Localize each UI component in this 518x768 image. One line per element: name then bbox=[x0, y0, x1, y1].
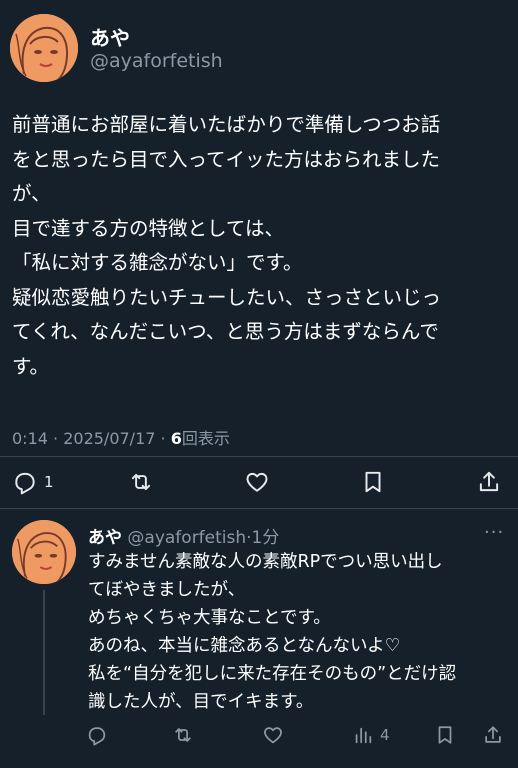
reply-text-line: 私を“自分を犯しに来た存在そのもの”とだけ認 bbox=[88, 664, 457, 684]
views-label: 回表示 bbox=[181, 429, 230, 448]
share-button[interactable] bbox=[476, 465, 502, 499]
author-handle[interactable]: @ayaforfetish bbox=[90, 50, 223, 72]
avatar-illustration bbox=[12, 520, 76, 584]
author-avatar[interactable] bbox=[10, 14, 78, 82]
retweet-button[interactable] bbox=[172, 718, 194, 752]
reply-action-bar: 4 bbox=[0, 718, 518, 752]
reply-author-handle[interactable]: @ayaforfetish bbox=[127, 528, 246, 548]
tweet-text: 前普通にお部屋に着いたばかりで準備しつつお話 をと思ったら目で入ってイッた方はお… bbox=[12, 108, 507, 384]
meta-separator: · bbox=[53, 429, 64, 448]
reply-text-line: すみません素敵な人の素敵RPでつい思い出し bbox=[88, 552, 443, 572]
retweet-button[interactable] bbox=[128, 465, 154, 499]
reply-icon bbox=[88, 727, 106, 746]
views-button[interactable]: 4 bbox=[352, 718, 390, 752]
reply-text-line: あのね、本当に雑念あるとなんないよ♡ bbox=[88, 636, 401, 656]
reply-text-line: 識した人が、目でイキます。 bbox=[88, 692, 314, 712]
tweet-text-line: す。 bbox=[12, 354, 50, 378]
tweet-text-line: をと思ったら目で入ってイッた方はおられました bbox=[12, 147, 441, 171]
reply-button[interactable] bbox=[86, 718, 108, 752]
reply-count: 1 bbox=[44, 473, 54, 491]
bookmark-icon bbox=[365, 471, 381, 493]
divider bbox=[0, 508, 518, 509]
author-name[interactable]: あや bbox=[90, 22, 130, 51]
reply-time[interactable]: 1分 bbox=[252, 528, 280, 548]
avatar-illustration bbox=[10, 14, 78, 82]
views-icon bbox=[355, 727, 372, 744]
retweet-icon bbox=[131, 473, 151, 491]
tweet-text-line: 目で達する方の特徴としては、 bbox=[12, 216, 285, 240]
divider bbox=[0, 456, 518, 457]
views-count: 4 bbox=[380, 726, 390, 744]
like-button[interactable] bbox=[244, 465, 270, 499]
bookmark-button[interactable] bbox=[434, 718, 456, 752]
tweet-text-line: 前普通にお部屋に着いたばかりで準備しつつお話 bbox=[12, 113, 441, 136]
tweet-action-bar: 1 bbox=[0, 465, 518, 499]
retweet-icon bbox=[175, 728, 191, 742]
meta-separator: · bbox=[160, 429, 171, 448]
thread-line bbox=[43, 590, 45, 715]
reply-icon bbox=[15, 472, 35, 495]
bookmark-button[interactable] bbox=[360, 465, 386, 499]
reply-text-line: めちゃくちゃ大事なことです。 bbox=[88, 608, 331, 628]
tweet-date[interactable]: 2025/07/17 bbox=[63, 429, 155, 448]
reply-text-line: てぼやきましたが、 bbox=[88, 580, 246, 600]
share-icon bbox=[485, 726, 501, 743]
reply-header: あや @ayaforfetish·1分 bbox=[88, 523, 279, 548]
like-icon bbox=[246, 472, 268, 492]
reply-author-avatar[interactable] bbox=[12, 520, 76, 584]
bookmark-icon bbox=[438, 726, 452, 744]
more-options-button[interactable]: ··· bbox=[484, 522, 504, 543]
tweet-text-line: が、 bbox=[12, 182, 51, 205]
reply-text: すみません素敵な人の素敵RPでつい思い出し てぼやきましたが、 めちゃくちゃ大事… bbox=[88, 548, 508, 716]
views-count: 6 bbox=[170, 429, 182, 448]
share-icon bbox=[479, 471, 499, 492]
tweet-text-line: 「私に対する雑念がない」です。 bbox=[12, 251, 303, 274]
share-button[interactable] bbox=[482, 718, 504, 752]
reply-author-name[interactable]: あや bbox=[88, 528, 122, 548]
tweet-text-line: てくれ、なんだこいつ、と思う方はまずならんで bbox=[12, 320, 439, 343]
like-button[interactable] bbox=[262, 718, 284, 752]
tweet-time[interactable]: 0:14 bbox=[12, 429, 48, 448]
tweet-text-line: 疑似恋愛触りたいチューしたい、さっさといじっ bbox=[12, 285, 442, 309]
tweet-meta: 0:14 · 2025/07/17 · 6回表示 bbox=[12, 425, 230, 449]
reply-button[interactable]: 1 bbox=[12, 465, 54, 499]
like-icon bbox=[264, 727, 282, 744]
